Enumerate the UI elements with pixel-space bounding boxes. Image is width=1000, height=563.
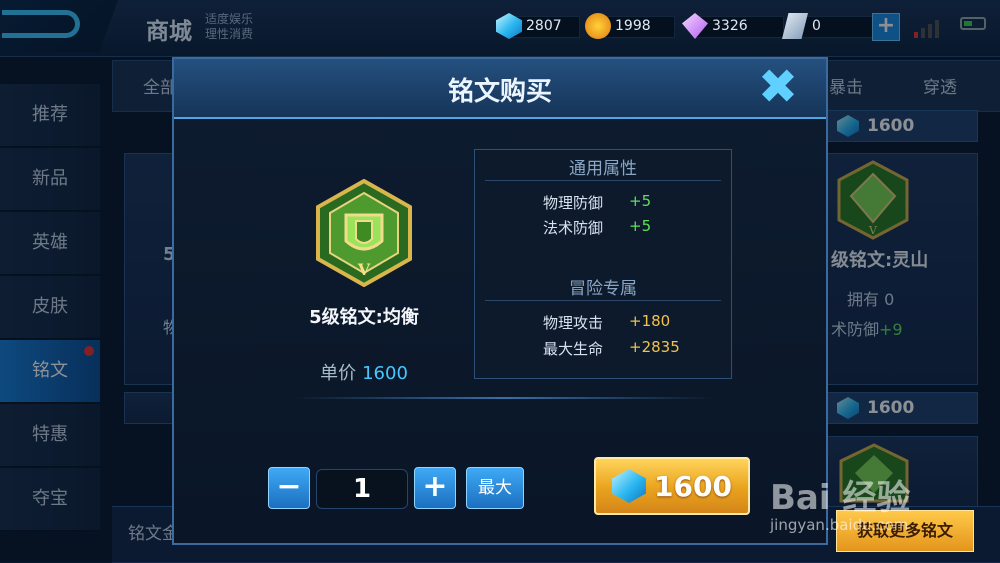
- dialog-title: 铭文购买: [447, 77, 552, 107]
- unit-price-label: 单价: [320, 363, 357, 384]
- increase-quantity-button[interactable]: +: [414, 467, 456, 509]
- buy-price: 1600: [654, 469, 732, 503]
- attribute-panel: 通用属性 物理防御 +5 法术防御 +5 冒险专属 物理攻击 +180 最大生命…: [474, 149, 732, 379]
- rune-balance-icon: V: [316, 179, 412, 287]
- svg-text:V: V: [357, 260, 371, 279]
- divider: [485, 300, 721, 301]
- rune-name: 5级铭文:均衡: [309, 307, 419, 328]
- buy-button[interactable]: 1600: [594, 457, 750, 515]
- watermark-url: jingyan.baidu.com: [770, 516, 909, 534]
- attr-value: +5: [629, 192, 652, 210]
- attr-key: 法术防御: [543, 219, 604, 237]
- attr-value: +180: [629, 312, 671, 330]
- quantity-field[interactable]: 1: [316, 469, 408, 509]
- rune-purchase-dialog: 铭文购买 ✖ V 5级铭文:均衡 单价 1600 通用属性 物理防御 +5 法术防…: [172, 57, 828, 545]
- decrease-quantity-button[interactable]: −: [268, 467, 310, 509]
- general-attrs-header: 通用属性: [569, 159, 637, 179]
- divider: [485, 180, 721, 181]
- watermark-logo: Bai 经验: [770, 478, 911, 518]
- crystal-count: 3326: [712, 18, 748, 34]
- dialog-header: 铭文购买 ✖: [174, 59, 826, 119]
- gold-count: 1998: [615, 18, 651, 34]
- divider: [294, 397, 714, 399]
- unit-price: 单价 1600: [264, 359, 464, 385]
- diamond-icon: [612, 469, 647, 503]
- close-button[interactable]: ✖: [756, 63, 800, 111]
- attr-key: 最大生命: [543, 340, 604, 358]
- gold-coin-icon: [585, 13, 611, 39]
- attr-key: 物理攻击: [543, 314, 604, 332]
- diamond-count: 2807: [526, 18, 562, 34]
- adventure-attrs-header: 冒险专属: [569, 279, 637, 299]
- max-quantity-button[interactable]: 最大: [466, 467, 524, 509]
- voucher-count: 0: [812, 18, 821, 34]
- attr-value: +2835: [629, 338, 680, 356]
- attr-key: 物理防御: [543, 194, 604, 212]
- unit-price-value: 1600: [362, 363, 408, 384]
- attr-value: +5: [629, 217, 652, 235]
